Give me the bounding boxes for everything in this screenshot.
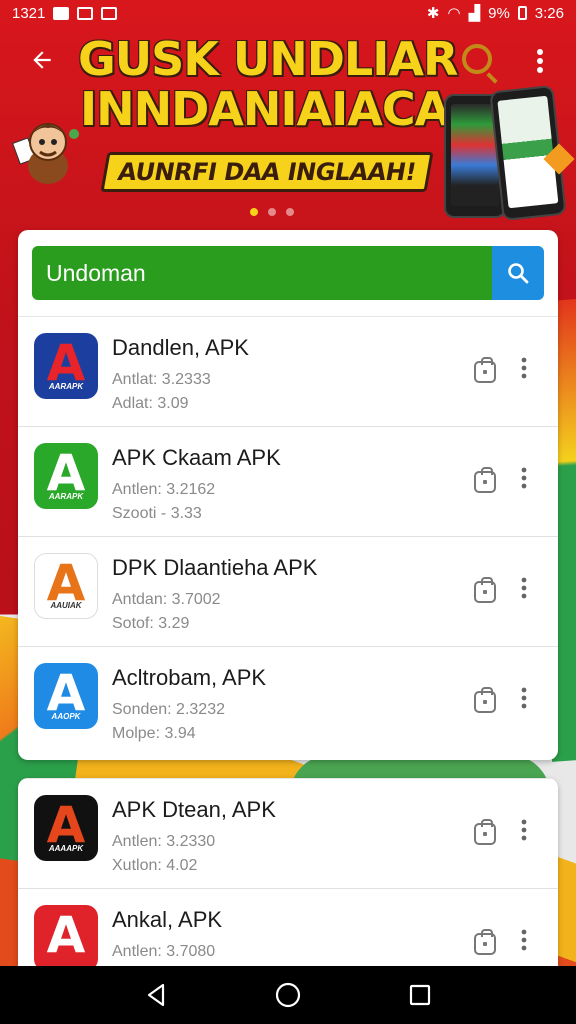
magnifier-icon bbox=[462, 44, 492, 74]
download-button[interactable] bbox=[474, 357, 496, 383]
more-vert-icon bbox=[537, 49, 543, 73]
app-meta-primary: Antlen: 3.2330 bbox=[112, 833, 216, 850]
banner-title-line1: GUSK UNDLIAR bbox=[78, 32, 458, 86]
app-icon-glyph: A bbox=[46, 906, 86, 964]
item-more-button[interactable] bbox=[512, 467, 536, 497]
more-vert-icon bbox=[521, 577, 527, 599]
search-button[interactable] bbox=[492, 246, 544, 300]
status-bar: 1321 ✱ ◠ ▟ 9% 3:26 bbox=[0, 0, 576, 26]
mascot-illustration bbox=[12, 110, 84, 188]
download-button[interactable] bbox=[474, 467, 496, 493]
more-vert-icon bbox=[521, 929, 527, 951]
banner-title-line2: INNDANIAIACA bbox=[80, 82, 450, 136]
app-icon-glyph: A bbox=[46, 334, 86, 392]
download-button[interactable] bbox=[474, 929, 496, 955]
app-name: APK Dtean, APK bbox=[112, 797, 276, 822]
more-vert-icon bbox=[521, 687, 527, 709]
app-icon-caption: AARAPK bbox=[48, 492, 84, 501]
app-icon: A bbox=[34, 905, 98, 968]
app-meta-primary: Sonden: 2.3232 bbox=[112, 701, 225, 718]
app-meta-secondary: Sotof: 3.29 bbox=[112, 615, 190, 632]
nav-home-icon bbox=[275, 982, 301, 1008]
app-list-item[interactable]: A AAAAPK APK Dtean, APK Antlen: 3.2330 Xutlo… bbox=[18, 778, 558, 888]
app-name: DPK Dlaantieha APK bbox=[112, 555, 318, 580]
app-icon-caption: AARAPK bbox=[48, 382, 84, 391]
app-list-item[interactable]: A AAOPK Acltrobam, APK Sonden: 2.3232 Molpe:… bbox=[18, 646, 558, 756]
app-meta-secondary: Adlat: 3.09 bbox=[112, 395, 189, 412]
item-more-button[interactable] bbox=[512, 929, 536, 959]
app-meta-primary: Antlen: 3.7080 bbox=[112, 943, 216, 960]
app-list-card-secondary: A AAAAPK APK Dtean, APK Antlen: 3.2330 Xutlo… bbox=[18, 778, 558, 968]
app-icon: A AAUIAK bbox=[34, 553, 98, 619]
wifi-icon: ◠ bbox=[447, 5, 461, 22]
carousel-dot-1[interactable] bbox=[250, 208, 258, 216]
app-list-item[interactable]: A Ankal, APK Antlen: 3.7080 bbox=[18, 888, 558, 968]
app-icon: A AARAPK bbox=[34, 443, 98, 509]
app-icon-caption: AAOPK bbox=[51, 712, 81, 721]
app-list-card: Undoman A AARAPK Dandlen, APK Antlat: 3.233… bbox=[18, 230, 558, 760]
carousel-indicator bbox=[250, 208, 294, 216]
back-button[interactable] bbox=[22, 46, 62, 86]
app-name: Acltrobam, APK bbox=[112, 665, 267, 690]
search-bar: Undoman bbox=[32, 246, 544, 300]
search-input[interactable]: Undoman bbox=[32, 246, 492, 300]
notification-mail-icon bbox=[53, 6, 70, 20]
app-meta-secondary: Molpe: 3.94 bbox=[112, 725, 196, 742]
app-meta-primary: Antlen: 3.2162 bbox=[112, 481, 216, 498]
app-icon-glyph: A bbox=[46, 796, 86, 854]
app-icon-glyph: A bbox=[46, 444, 86, 502]
item-more-button[interactable] bbox=[512, 577, 536, 607]
status-time-right: 3:26 bbox=[534, 4, 564, 22]
item-more-button[interactable] bbox=[512, 687, 536, 717]
app-icon-caption: AAUIAK bbox=[50, 601, 82, 610]
banner-title: GUSK UNDLIAR INNDANIAIACA bbox=[78, 34, 498, 134]
nav-home-button[interactable] bbox=[268, 975, 308, 1015]
app-meta-primary: Antlat: 3.2333 bbox=[112, 371, 211, 388]
app-list: A AARAPK Dandlen, APK Antlat: 3.2333 Adlat: … bbox=[18, 316, 558, 756]
notification-app-icon bbox=[77, 6, 94, 20]
nav-recents-button[interactable] bbox=[400, 975, 440, 1015]
app-meta-primary: Antdan: 3.7002 bbox=[112, 591, 221, 608]
arrow-left-icon bbox=[33, 51, 51, 69]
status-time-left: 1321 bbox=[12, 4, 46, 22]
search-icon bbox=[508, 263, 529, 284]
system-nav-bar bbox=[0, 966, 576, 1024]
nav-back-button[interactable] bbox=[136, 975, 176, 1015]
nav-back-icon bbox=[147, 983, 165, 1007]
banner-phones-illustration bbox=[440, 85, 576, 228]
battery-text: 9% bbox=[488, 4, 510, 22]
app-icon-glyph: A bbox=[46, 664, 86, 722]
app-icon: A AAAAPK bbox=[34, 795, 98, 861]
battery-icon bbox=[517, 6, 527, 20]
download-button[interactable] bbox=[474, 687, 496, 713]
more-vert-icon bbox=[521, 819, 527, 841]
banner-ribbon: AUNRFI DAA INGLAAH! bbox=[100, 152, 434, 192]
item-more-button[interactable] bbox=[512, 819, 536, 849]
carousel-dot-3[interactable] bbox=[286, 208, 294, 216]
app-list-secondary: A AAAAPK APK Dtean, APK Antlen: 3.2330 Xutlo… bbox=[18, 778, 558, 968]
app-icon-caption: AAAAPK bbox=[48, 844, 84, 853]
bluetooth-icon: ✱ bbox=[426, 5, 440, 22]
download-button[interactable] bbox=[474, 577, 496, 603]
app-name: Dandlen, APK bbox=[112, 335, 249, 360]
banner-ribbon-text: AUNRFI DAA INGLAAH! bbox=[115, 158, 419, 186]
nav-recents-icon bbox=[409, 984, 431, 1006]
signal-icon: ▟ bbox=[468, 5, 481, 22]
app-meta-secondary: Szooti - 3.33 bbox=[112, 505, 202, 522]
carousel-dot-2[interactable] bbox=[268, 208, 276, 216]
download-button[interactable] bbox=[474, 819, 496, 845]
app-list-item[interactable]: A AAUIAK DPK Dlaantieha APK Antdan: 3.7002 S… bbox=[18, 536, 558, 646]
more-vert-icon bbox=[521, 467, 527, 489]
item-more-button[interactable] bbox=[512, 357, 536, 387]
app-icon: A AAOPK bbox=[34, 663, 98, 729]
app-list-item[interactable]: A AARAPK APK Ckaam APK Antlen: 3.2162 Szooti… bbox=[18, 426, 558, 536]
app-icon: A AARAPK bbox=[34, 333, 98, 399]
app-name: Ankal, APK bbox=[112, 907, 223, 932]
app-name: APK Ckaam APK bbox=[112, 445, 281, 470]
app-list-item[interactable]: A AARAPK Dandlen, APK Antlat: 3.2333 Adlat: … bbox=[18, 316, 558, 426]
overflow-menu-button[interactable] bbox=[522, 48, 558, 88]
more-vert-icon bbox=[521, 357, 527, 379]
app-meta-secondary: Xutlon: 4.02 bbox=[112, 857, 198, 874]
notification-photo-icon bbox=[101, 6, 118, 20]
